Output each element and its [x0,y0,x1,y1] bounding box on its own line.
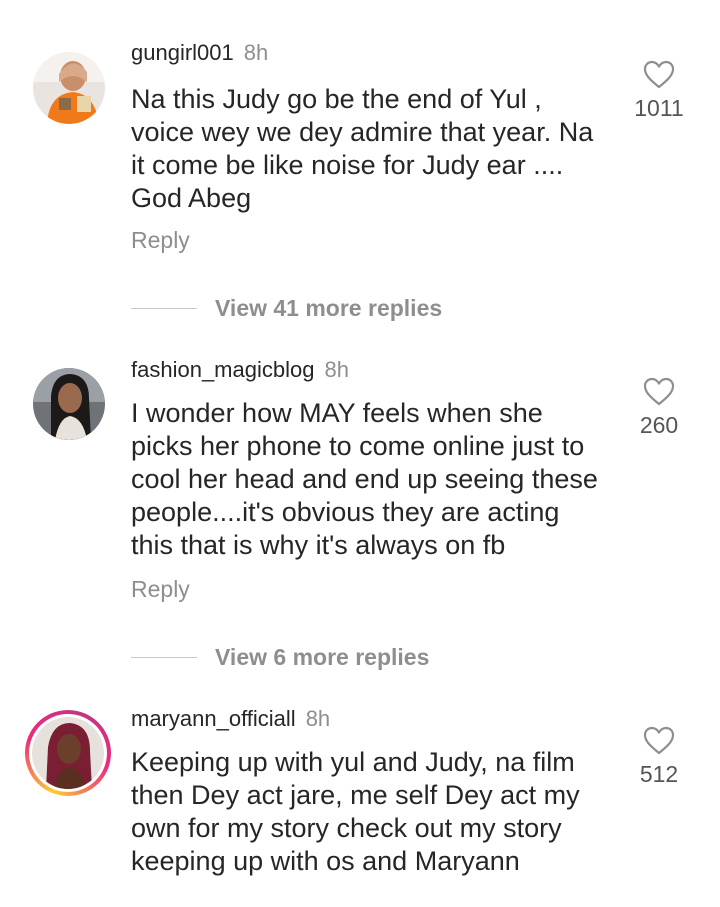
like-count: 260 [639,412,679,438]
comment-text: Na this Judy go be the end of Yul , voic… [131,84,594,213]
story-ring[interactable] [25,710,111,796]
like-count: 1011 [634,95,684,121]
profile-photo-icon [33,368,105,440]
heart-icon[interactable] [643,377,675,406]
like-count: 512 [639,761,679,787]
username[interactable]: fashion_magicblog [131,357,314,382]
timestamp: 8h [305,706,331,731]
heart-icon[interactable] [643,726,675,755]
timestamp: 8h [243,40,269,65]
timestamp: 8h [324,357,349,382]
username[interactable]: maryann_officiall [131,706,296,731]
profile-photo-icon [33,52,105,124]
avatar [32,717,104,789]
comment-text: I wonder how MAY feels when she picks he… [131,398,598,560]
comment-meta: gungirl001 8h [131,38,268,68]
comment-meta: fashion_magicblog 8h [131,355,349,385]
avatar[interactable] [33,368,105,440]
comment-text: Keeping up with yul and Judy, na film th… [131,747,580,876]
view-more-replies-label: View 41 more replies [215,294,443,321]
reply-button[interactable]: Reply [131,574,190,604]
profile-photo-icon [32,717,104,789]
divider-line [131,656,197,658]
view-more-replies-label: View 6 more replies [215,643,430,670]
like-area: 512 [620,726,698,789]
reply-button[interactable]: Reply [131,225,190,255]
like-area: 260 [620,377,698,440]
like-area: 1011 [620,60,698,123]
avatar[interactable] [33,52,105,124]
comment-meta: maryann_officiall 8h [131,704,330,734]
divider-line [131,307,197,309]
view-more-replies-button[interactable]: View 41 more replies [131,293,442,323]
heart-icon[interactable] [643,60,675,89]
username[interactable]: gungirl001 [131,40,234,65]
view-more-replies-button[interactable]: View 6 more replies [131,642,429,672]
